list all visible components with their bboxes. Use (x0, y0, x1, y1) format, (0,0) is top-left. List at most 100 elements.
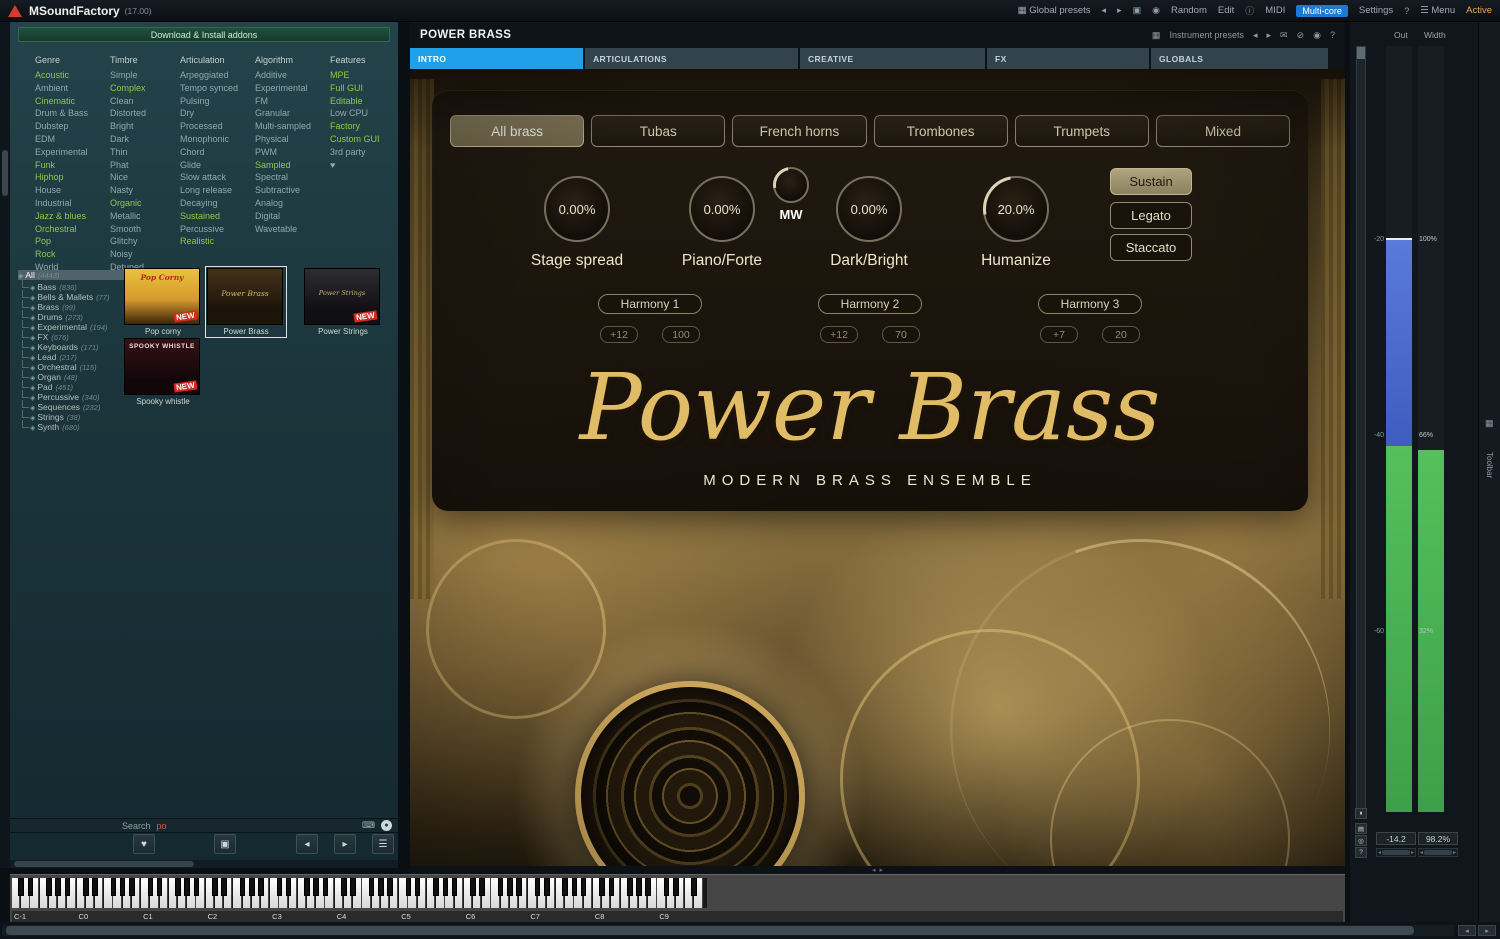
tab-articulations[interactable]: ARTICULATIONS (585, 48, 798, 69)
bottom-scrollbar-thumb[interactable] (6, 926, 1414, 935)
black-key[interactable] (313, 878, 319, 896)
tag-house[interactable]: House (35, 184, 109, 197)
black-key[interactable] (148, 878, 154, 896)
black-key[interactable] (277, 878, 283, 896)
black-key[interactable] (55, 878, 61, 896)
instrument-presets-label[interactable]: Instrument presets (1169, 30, 1244, 40)
tag-acoustic[interactable]: Acoustic (35, 69, 109, 82)
tree-item-pad[interactable]: ◈Pad(451) (18, 380, 126, 390)
chevron-right-icon[interactable]: ▸ (880, 866, 884, 874)
black-key[interactable] (175, 878, 181, 896)
tag-slow-attack[interactable]: Slow attack (180, 171, 254, 184)
left-scrollbar-thumb[interactable] (2, 150, 8, 196)
black-key[interactable] (65, 878, 71, 896)
tag-dubstep[interactable]: Dubstep (35, 120, 109, 133)
tag-processed[interactable]: Processed (180, 120, 254, 133)
menu-multi-core[interactable]: Multi-core (1296, 5, 1348, 17)
black-key[interactable] (406, 878, 412, 896)
tag-drum-bass[interactable]: Drum & Bass (35, 107, 109, 120)
harmony-2-button[interactable]: Harmony 2 (818, 294, 922, 314)
ensemble-tubas[interactable]: Tubas (591, 115, 725, 147)
tag-arpeggiated[interactable]: Arpeggiated (180, 69, 254, 82)
width-value[interactable]: 98.2% (1418, 832, 1458, 845)
black-key[interactable] (83, 878, 89, 896)
menu-menu[interactable]: ☰ Menu (1420, 5, 1455, 16)
tree-item-brass[interactable]: ◈Brass(99) (18, 300, 126, 310)
meter-range-handle[interactable] (1357, 47, 1365, 59)
tag-jazz-blues[interactable]: Jazz & blues (35, 210, 109, 223)
black-key[interactable] (18, 878, 24, 896)
black-key[interactable] (599, 878, 605, 896)
tag-smooth[interactable]: Smooth (110, 223, 184, 236)
articulation-legato[interactable]: Legato (1110, 202, 1192, 229)
browser-scrollbar[interactable] (10, 860, 398, 868)
tag-chord[interactable]: Chord (180, 146, 254, 159)
black-key[interactable] (581, 878, 587, 896)
next-instrument-preset-icon[interactable]: ▸ (1267, 30, 1272, 41)
tag-spectral[interactable]: Spectral (255, 171, 329, 184)
ensemble-all-brass[interactable]: All brass (450, 115, 584, 147)
out-meter[interactable] (1386, 46, 1412, 812)
help-icon[interactable]: ? (1404, 6, 1409, 16)
tag-decaying[interactable]: Decaying (180, 197, 254, 210)
tag-pulsing[interactable]: Pulsing (180, 95, 254, 108)
black-key[interactable] (240, 878, 246, 896)
tag-additive[interactable]: Additive (255, 69, 329, 82)
black-key[interactable] (378, 878, 384, 896)
thumbnail-power-brass[interactable]: Power BrassPower Brass (207, 268, 285, 336)
tag-realistic[interactable]: Realistic (180, 235, 254, 248)
tag-glide[interactable]: Glide (180, 159, 254, 172)
black-key[interactable] (350, 878, 356, 896)
tree-item-strings[interactable]: ◈Strings(38) (18, 410, 126, 420)
browser-menu-button[interactable]: ☰ (372, 834, 394, 854)
tag-physical[interactable]: Physical (255, 133, 329, 146)
black-key[interactable] (673, 878, 679, 896)
tag-dry[interactable]: Dry (180, 107, 254, 120)
ensemble-trombones[interactable]: Trombones (874, 115, 1008, 147)
tag-monophonic[interactable]: Monophonic (180, 133, 254, 146)
tag-simple[interactable]: Simple (110, 69, 184, 82)
browser-scrollbar-thumb[interactable] (14, 861, 194, 867)
tag-glitchy[interactable]: Glitchy (110, 235, 184, 248)
scroll-right-button[interactable]: ▸ (1478, 925, 1496, 936)
black-key[interactable] (507, 878, 513, 896)
compare-icon[interactable]: ⊘ (1297, 30, 1305, 41)
tag-nice[interactable]: Nice (110, 171, 184, 184)
harmony-3-button[interactable]: Harmony 3 (1038, 294, 1142, 314)
tag-low-cpu[interactable]: Low CPU (330, 107, 398, 120)
tag-tempo-synced[interactable]: Tempo synced (180, 82, 254, 95)
tag-editable[interactable]: Editable (330, 95, 398, 108)
tag-sustained[interactable]: Sustained (180, 210, 254, 223)
tag-full-gui[interactable]: Full GUI (330, 82, 398, 95)
list-button[interactable]: ▤ (1355, 823, 1367, 834)
black-key[interactable] (627, 878, 633, 896)
tag-rock[interactable]: Rock (35, 248, 109, 261)
knob-stage-spread[interactable]: 0.00% (544, 176, 610, 242)
prev-preset-button[interactable]: ◂ (296, 834, 318, 854)
chevron-right-icon[interactable]: ▸ (1411, 849, 1414, 856)
chevron-left-icon[interactable]: ◂ (1378, 849, 1381, 856)
tab-globals[interactable]: GLOBALS (1151, 48, 1328, 69)
tree-item-sequences[interactable]: ◈Sequences(232) (18, 400, 126, 410)
toolbar-grid-icon[interactable]: ▦ (1485, 418, 1494, 429)
tab-fx[interactable]: FX (987, 48, 1149, 69)
thumbnail-pop-corny[interactable]: Pop CornyNEWPop corny (124, 268, 202, 336)
black-key[interactable] (221, 878, 227, 896)
knob-mw[interactable] (773, 167, 809, 203)
tag-clean[interactable]: Clean (110, 95, 184, 108)
tab-intro[interactable]: INTRO (410, 48, 583, 69)
envelope-icon[interactable]: ✉ (1280, 30, 1288, 41)
tag-phat[interactable]: Phat (110, 159, 184, 172)
meter-range-slider[interactable] (1356, 46, 1366, 812)
black-key[interactable] (516, 878, 522, 896)
tag-experimental[interactable]: Experimental (35, 146, 109, 159)
menu-settings[interactable]: Settings (1359, 5, 1393, 16)
menu-random[interactable]: Random (1171, 5, 1207, 16)
chevron-left-icon[interactable]: ◂ (1420, 849, 1423, 856)
black-key[interactable] (664, 878, 670, 896)
chevron-left-icon[interactable]: ◂ (872, 866, 876, 874)
thumbnail-power-strings[interactable]: Power StringsNEWPower Strings (304, 268, 382, 336)
width-mini-scrollbar[interactable]: ◂ ▸ (1418, 848, 1458, 857)
tree-item-bells-mallets[interactable]: ◈Bells & Mallets(77) (18, 290, 126, 300)
harmony-3-transpose[interactable]: +7 (1040, 326, 1078, 343)
